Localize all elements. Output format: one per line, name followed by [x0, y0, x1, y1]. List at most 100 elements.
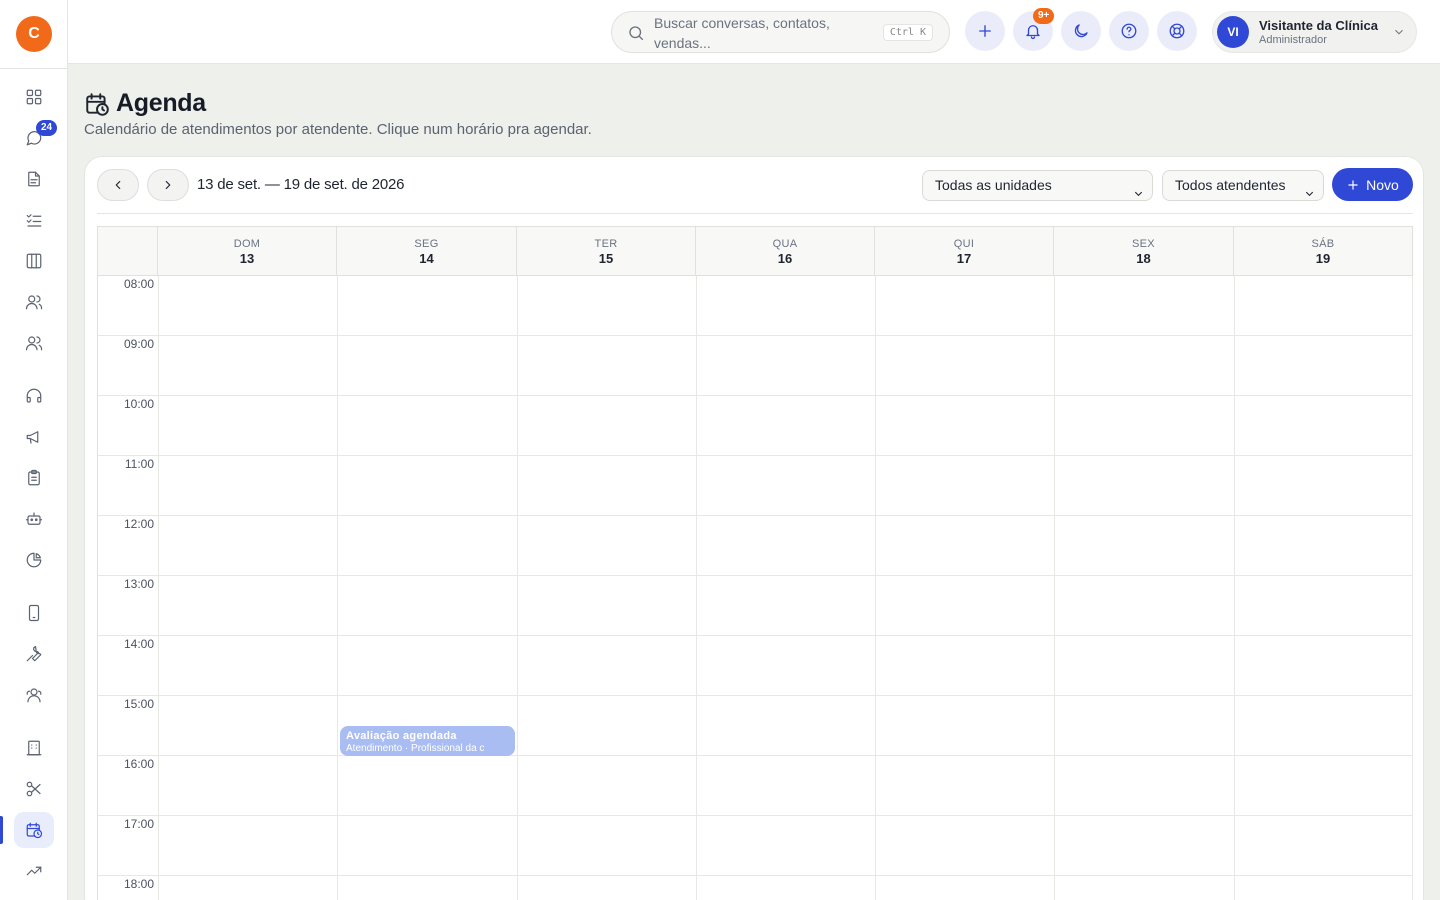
- search-input[interactable]: Buscar conversas, contatos, vendas... Ct…: [611, 11, 950, 53]
- hour-line: [98, 395, 1412, 396]
- chevron-right-icon: [165, 180, 171, 190]
- help-icon: [1121, 23, 1137, 39]
- day-header[interactable]: SÁB 19: [1234, 227, 1412, 276]
- scissors-icon[interactable]: [14, 771, 54, 807]
- day-header[interactable]: SEG 14: [337, 227, 517, 276]
- new-button-label: Novo: [1366, 176, 1399, 193]
- day-number: 15: [598, 251, 614, 266]
- time-label: 15:00: [123, 697, 154, 711]
- sidebar-divider: [0, 68, 68, 69]
- help-button[interactable]: [1109, 11, 1149, 51]
- day-header[interactable]: QUI 17: [875, 227, 1054, 276]
- megaphone-icon[interactable]: [14, 419, 54, 455]
- column-divider: [1054, 276, 1055, 900]
- kanban-icon[interactable]: [14, 243, 54, 279]
- chevron-down-icon: [1304, 180, 1315, 197]
- phone-icon[interactable]: [14, 595, 54, 631]
- active-indicator: [0, 816, 3, 844]
- prev-week-button[interactable]: [97, 169, 139, 201]
- clipboard-icon[interactable]: [14, 460, 54, 496]
- page-title: Agenda: [116, 89, 206, 117]
- column-divider: [337, 276, 338, 900]
- hour-line: [98, 455, 1412, 456]
- search-placeholder: Buscar conversas, contatos, vendas...: [654, 15, 830, 51]
- unit-select[interactable]: Todas as unidades: [922, 170, 1153, 201]
- time-label: 12:00: [123, 517, 154, 531]
- day-number: 17: [956, 251, 972, 266]
- day-number: 19: [1315, 251, 1331, 266]
- appointment-event[interactable]: Avaliação agendada Atendimento · Profiss…: [340, 726, 515, 756]
- day-name: TER: [594, 238, 618, 250]
- trending-icon[interactable]: [14, 853, 54, 889]
- logo-letter: C: [28, 25, 40, 42]
- day-name: QUA: [772, 238, 798, 250]
- chevron-down-icon: [1392, 25, 1406, 39]
- next-week-button[interactable]: [147, 169, 189, 201]
- day-number: 16: [777, 251, 793, 266]
- time-label: 17:00: [123, 817, 154, 831]
- dashboard-icon[interactable]: [14, 79, 54, 115]
- team-icon[interactable]: [14, 325, 54, 361]
- time-label: 18:00: [123, 877, 154, 891]
- page-subtitle: Calendário de atendimentos por atendente…: [84, 121, 592, 138]
- day-name: SEX: [1132, 238, 1155, 250]
- day-number: 13: [239, 251, 255, 266]
- notifications-button[interactable]: 9+: [1013, 8, 1055, 51]
- column-divider: [875, 276, 876, 900]
- unit-select-value: Todas as unidades: [935, 177, 1052, 193]
- hour-line: [98, 815, 1412, 816]
- building-icon[interactable]: [14, 730, 54, 766]
- toolbar-divider: [97, 213, 1413, 214]
- day-header[interactable]: SEX 18: [1054, 227, 1234, 276]
- robot-icon[interactable]: [14, 501, 54, 537]
- calendar-clock-icon: [84, 91, 110, 117]
- calendar-clock-icon[interactable]: [14, 812, 54, 848]
- brand-logo[interactable]: C: [16, 16, 52, 52]
- bell-icon: [1026, 25, 1040, 40]
- user-name: Visitante da Clínica: [1259, 18, 1378, 33]
- hour-line: [98, 695, 1412, 696]
- search-shortcut: Ctrl K: [882, 24, 933, 41]
- attendant-select[interactable]: Todos atendentes: [1162, 170, 1324, 201]
- time-grid[interactable]: 08:00 09:00 10:00 11:00 12:00 13:00 14:0…: [98, 276, 1413, 900]
- chat-count-badge: 24: [36, 120, 58, 136]
- day-header[interactable]: QUA 16: [696, 227, 875, 276]
- headset-icon[interactable]: [14, 378, 54, 414]
- day-number: 18: [1136, 251, 1151, 266]
- column-divider: [696, 276, 697, 900]
- hour-line: [98, 335, 1412, 336]
- column-divider: [1412, 276, 1413, 900]
- new-appointment-button[interactable]: Novo: [1332, 168, 1413, 201]
- users-icon[interactable]: [14, 677, 54, 713]
- hour-line: [98, 755, 1412, 756]
- moon-icon: [1074, 24, 1088, 38]
- pie-chart-icon[interactable]: [14, 542, 54, 578]
- user-menu[interactable]: VI Visitante da Clínica Administrador: [1212, 11, 1417, 53]
- checklist-icon[interactable]: [14, 202, 54, 238]
- time-label: 16:00: [123, 757, 154, 771]
- notification-badge: 9+: [1033, 8, 1055, 24]
- column-divider: [517, 276, 518, 900]
- attendant-select-value: Todos atendentes: [1175, 177, 1286, 193]
- event-title: Avaliação agendada: [346, 730, 457, 742]
- hour-line: [98, 635, 1412, 636]
- wrench-icon[interactable]: [14, 636, 54, 672]
- theme-toggle-button[interactable]: [1061, 11, 1101, 51]
- add-button[interactable]: [965, 11, 1005, 51]
- time-label: 09:00: [123, 337, 154, 351]
- time-label: 08:00: [123, 277, 154, 291]
- document-icon[interactable]: [14, 161, 54, 197]
- time-label: 13:00: [123, 577, 154, 591]
- contacts-icon[interactable]: [14, 284, 54, 320]
- day-header[interactable]: DOM 13: [158, 227, 337, 276]
- search-icon: [627, 24, 645, 42]
- calendar-card: 13 de set. — 19 de set. de 2026 Todas as…: [84, 156, 1424, 900]
- sidebar: C 24: [0, 0, 68, 900]
- chevron-down-icon: [1133, 180, 1144, 197]
- support-button[interactable]: [1157, 11, 1197, 51]
- hour-line: [98, 575, 1412, 576]
- day-header[interactable]: TER 15: [517, 227, 696, 276]
- day-number: 14: [419, 251, 434, 266]
- column-divider: [158, 276, 159, 900]
- hour-line: [98, 515, 1412, 516]
